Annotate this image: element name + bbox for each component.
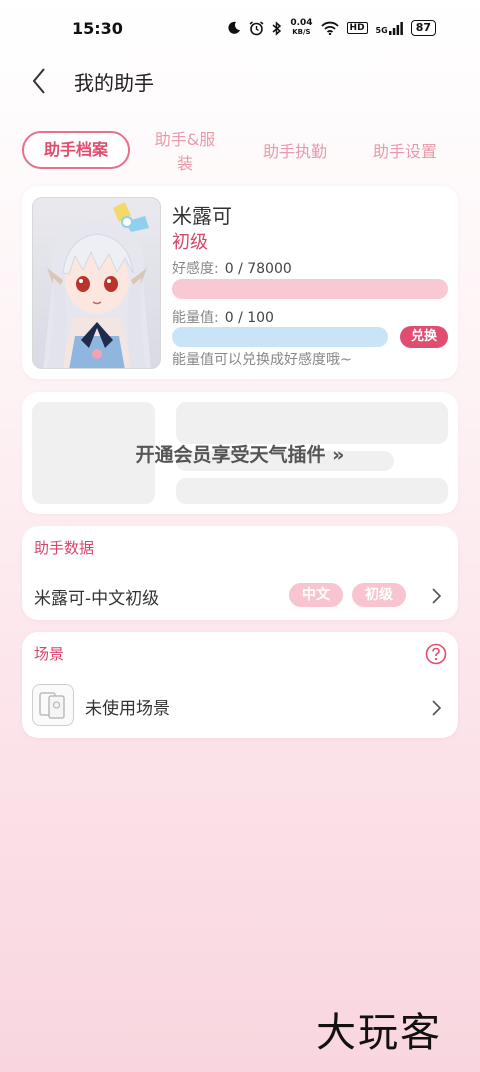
weather-plugin-card[interactable]: 开通会员享受天气插件 » bbox=[22, 392, 458, 514]
language-chip: 中文 bbox=[289, 583, 343, 607]
scene-cards-icon bbox=[39, 692, 65, 719]
battery-icon: 87 bbox=[410, 20, 436, 36]
assistant-data-card: 助手数据 米露可-中文初级 中文 初级 bbox=[22, 526, 458, 620]
energy-hint: 能量值可以兑换成好感度哦~ bbox=[172, 352, 352, 368]
scene-card: 场景 未使用场景 bbox=[22, 632, 458, 738]
profile-card: 米露可 初级 好感度: 0 / 78000 能量值: 0 / 100 兑换 能量值可… bbox=[22, 186, 458, 379]
affection-progress-bar bbox=[172, 279, 448, 299]
alarm-icon bbox=[249, 20, 264, 35]
tab-assistant-duty[interactable]: 助手执勤 bbox=[260, 138, 330, 162]
status-bar: 15:30 0.04 KB/S HD 5G 87 bbox=[0, 0, 480, 56]
assistant-name: 米露可 bbox=[172, 204, 232, 228]
affection-value: 0 / 78000 bbox=[224, 261, 292, 277]
help-icon[interactable] bbox=[425, 643, 447, 665]
affection-label: 好感度: 0 / 78000 bbox=[172, 261, 292, 277]
weather-placeholder-line bbox=[176, 402, 448, 444]
bluetooth-icon bbox=[272, 20, 282, 36]
tab-assistant-profile[interactable]: 助手档案 bbox=[22, 131, 130, 169]
assistant-data-text: 米露可-中文初级 bbox=[34, 589, 160, 609]
back-arrow-icon bbox=[32, 68, 45, 94]
tab-assistant-settings[interactable]: 助手设置 bbox=[370, 138, 440, 162]
scene-text: 未使用场景 bbox=[85, 699, 170, 719]
back-button[interactable] bbox=[14, 56, 64, 106]
chevron-right-icon bbox=[432, 700, 442, 716]
energy-value: 0 / 100 bbox=[224, 310, 274, 326]
anime-girl-avatar-icon bbox=[43, 202, 151, 368]
section-title: 助手数据 bbox=[34, 539, 95, 557]
watermark-logo: 大玩客 bbox=[316, 1010, 442, 1056]
energy-label: 能量值: 0 / 100 bbox=[172, 310, 274, 326]
wifi-icon bbox=[320, 21, 339, 35]
scene-thumbnail bbox=[32, 684, 74, 726]
page-title: 我的助手 bbox=[74, 70, 154, 95]
header: 我的助手 bbox=[0, 56, 480, 106]
status-time: 15:30 bbox=[72, 18, 123, 38]
exchange-button[interactable]: 兑换 bbox=[400, 326, 448, 348]
avatar[interactable] bbox=[32, 197, 161, 369]
assistant-level: 初级 bbox=[172, 232, 208, 253]
section-title: 场景 bbox=[34, 645, 65, 663]
network-speed: 0.04 KB/S bbox=[290, 18, 313, 37]
tab-bar: 助手档案 助手&服装 助手执勤 助手设置 bbox=[22, 130, 462, 173]
vip-weather-link[interactable]: 开通会员享受天气插件 » bbox=[22, 440, 458, 467]
hd-icon: HD bbox=[346, 22, 368, 34]
status-icons: 0.04 KB/S HD 5G 87 bbox=[227, 19, 436, 37]
assistant-data-row[interactable]: 米露可-中文初级 中文 初级 bbox=[22, 574, 458, 618]
signal-icon: 5G bbox=[376, 21, 403, 35]
scene-row[interactable]: 未使用场景 bbox=[22, 680, 458, 734]
weather-placeholder-line bbox=[176, 478, 448, 504]
level-chip: 初级 bbox=[352, 583, 406, 607]
tab-assistant-outfit[interactable]: 助手&服装 bbox=[148, 126, 222, 174]
moon-icon bbox=[228, 21, 241, 34]
energy-progress-bar bbox=[172, 327, 388, 347]
chevron-right-icon bbox=[432, 588, 442, 604]
